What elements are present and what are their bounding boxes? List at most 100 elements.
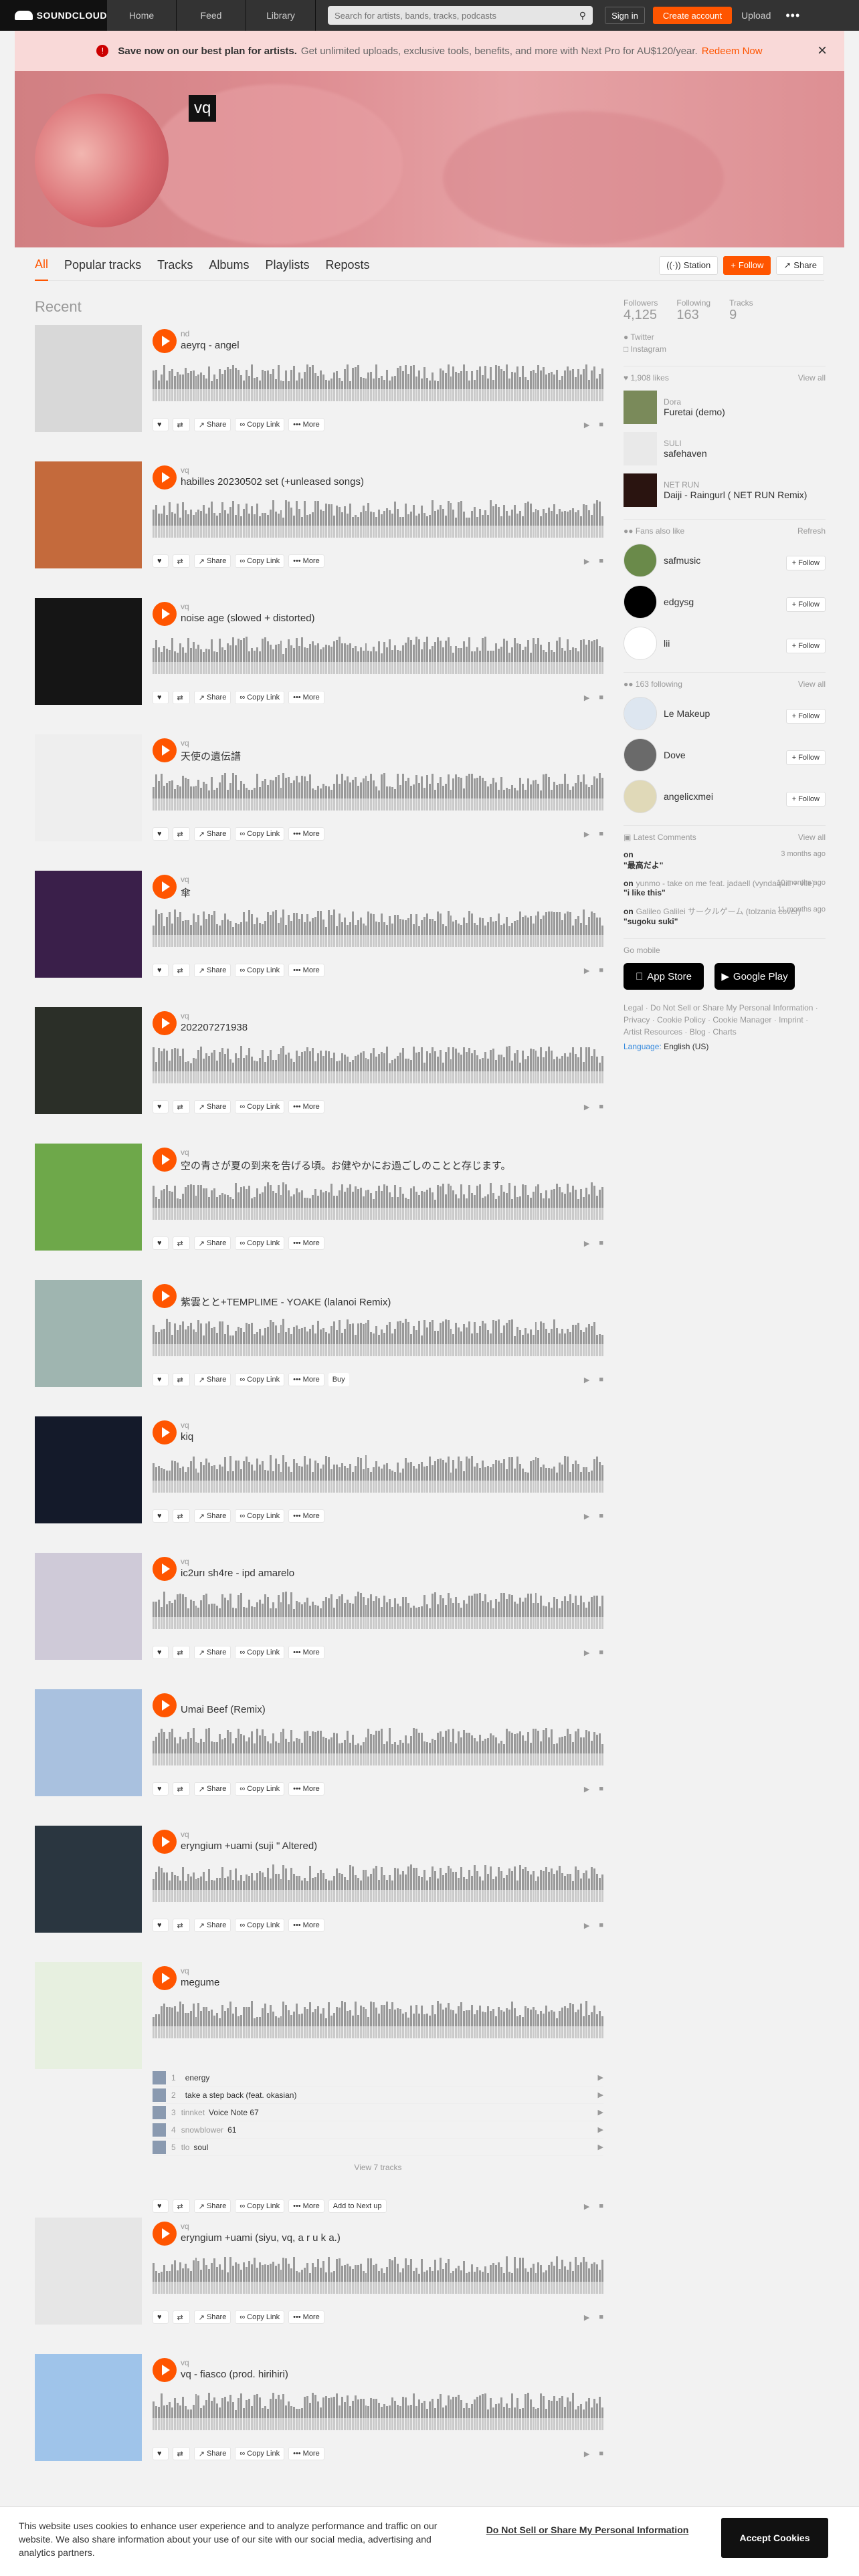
copy-link-button[interactable]: ∞ Copy Link: [235, 1237, 285, 1250]
more-button[interactable]: ••• More: [288, 1919, 324, 1932]
track-title[interactable]: vq - fiasco (prod. hirihiri): [181, 2369, 288, 2380]
repost-button[interactable]: ⇄: [172, 1782, 190, 1796]
follow-user-button[interactable]: + Follow: [785, 792, 826, 807]
tab-all[interactable]: All: [35, 250, 49, 281]
playlist-title[interactable]: megume: [181, 1977, 219, 1988]
tab-playlists[interactable]: Playlists: [265, 250, 309, 281]
share-button[interactable]: ↗ Share: [193, 1646, 231, 1659]
follow-user-button[interactable]: + Follow: [785, 750, 826, 765]
repost-button[interactable]: ⇄: [172, 2311, 190, 2324]
track-artwork[interactable]: [35, 598, 142, 705]
copy-link-button[interactable]: ∞ Copy Link: [235, 2447, 285, 2460]
user-row[interactable]: angelicxmei + Follow: [624, 780, 826, 813]
do-not-sell-link[interactable]: Do Not Sell or Share My Personal Informa…: [480, 2523, 694, 2537]
waveform[interactable]: [153, 2001, 603, 2038]
liked-track-title[interactable]: safehaven: [664, 448, 707, 459]
share-button[interactable]: ↗ Share: [193, 964, 231, 977]
user-avatar[interactable]: [624, 627, 657, 660]
track-title[interactable]: noise age (slowed + distorted): [181, 613, 315, 624]
liked-track[interactable]: Dora Furetai (demo): [624, 391, 826, 424]
user-name[interactable]: Le Makeup: [664, 708, 710, 719]
copy-link-button[interactable]: ∞ Copy Link: [235, 1100, 285, 1113]
repost-button[interactable]: ⇄: [172, 827, 190, 841]
track-artwork[interactable]: [35, 2354, 142, 2461]
repost-button[interactable]: ⇄: [172, 1373, 190, 1386]
copy-link-button[interactable]: ∞ Copy Link: [235, 2311, 285, 2324]
share-button[interactable]: ↗ Share: [193, 1373, 231, 1386]
track-title[interactable]: kiq: [181, 1431, 193, 1442]
user-avatar[interactable]: [624, 544, 657, 577]
track-artist[interactable]: vq: [181, 2222, 189, 2231]
app-store-badge[interactable]: App Store: [624, 963, 704, 990]
user-name[interactable]: angelicxmei: [664, 791, 713, 802]
liked-track-title[interactable]: Daiji - Raingurl ( NET RUN Remix): [664, 490, 807, 500]
waveform[interactable]: [153, 2393, 603, 2430]
waveform[interactable]: [153, 637, 603, 674]
track-title[interactable]: 傘: [181, 885, 191, 899]
follow-user-button[interactable]: + Follow: [785, 597, 826, 612]
user-name[interactable]: Dove: [664, 750, 686, 760]
share-button[interactable]: ↗ Share: [193, 1509, 231, 1523]
create-account-button[interactable]: Create account: [653, 7, 732, 24]
like-button[interactable]: ♥: [153, 1509, 169, 1523]
copy-link-button[interactable]: ∞ Copy Link: [235, 964, 285, 977]
like-button[interactable]: ♥: [153, 418, 169, 431]
instagram-link[interactable]: □ Instagram: [624, 344, 826, 354]
track-artwork[interactable]: [35, 325, 142, 432]
track-artist[interactable]: vq: [181, 465, 189, 475]
liked-track[interactable]: NET RUN Daiji - Raingurl ( NET RUN Remix): [624, 473, 826, 507]
track-artwork[interactable]: [35, 871, 142, 978]
share-button[interactable]: ↗ Share: [193, 2447, 231, 2460]
more-button[interactable]: ••• More: [288, 1100, 324, 1113]
add-to-next-up-button[interactable]: Add to Next up: [328, 2199, 387, 2213]
waveform[interactable]: [153, 909, 603, 947]
waveform[interactable]: [153, 2256, 603, 2294]
follow-user-button[interactable]: + Follow: [785, 639, 826, 653]
share-button[interactable]: ↗ Share: [193, 827, 231, 841]
track-artwork[interactable]: [35, 2218, 142, 2325]
comments-view-all[interactable]: View all: [798, 833, 826, 842]
search-input[interactable]: [335, 10, 562, 21]
more-button[interactable]: ••• More: [288, 418, 324, 431]
playlist-track-row[interactable]: 3 tinnket Voice Note 67 ▶: [153, 2104, 603, 2121]
track-artist[interactable]: nd: [181, 329, 189, 338]
search-icon[interactable]: ⚲: [579, 10, 586, 21]
more-button[interactable]: ••• More: [288, 2311, 324, 2324]
share-button[interactable]: ↗ Share: [193, 1237, 231, 1250]
repost-button[interactable]: ⇄: [172, 1509, 190, 1523]
upload-link[interactable]: Upload: [741, 10, 771, 21]
user-name[interactable]: lii: [664, 638, 670, 649]
redeem-link[interactable]: Redeem Now: [702, 45, 763, 57]
waveform[interactable]: [153, 1319, 603, 1356]
repost-button[interactable]: ⇄: [172, 1237, 190, 1250]
more-button[interactable]: ••• More: [288, 1237, 324, 1250]
user-name[interactable]: safmusic: [664, 555, 700, 566]
user-row[interactable]: safmusic + Follow: [624, 544, 826, 577]
track-title[interactable]: 空の青さが夏の到来を告げる頃。お健やかにお過ごしのことと存じます。: [181, 1158, 511, 1172]
repost-button[interactable]: ⇄: [172, 554, 190, 568]
playlist-track-row[interactable]: 4 snowblower 61 ▶: [153, 2121, 603, 2139]
repost-button[interactable]: ⇄: [172, 1646, 190, 1659]
repost-button[interactable]: ⇄: [172, 1919, 190, 1932]
liked-track-artist[interactable]: SULI: [664, 439, 707, 448]
copy-link-button[interactable]: ∞ Copy Link: [235, 1919, 285, 1932]
follow-button[interactable]: + Follow: [723, 255, 771, 275]
user-row[interactable]: Dove + Follow: [624, 738, 826, 772]
track-artist[interactable]: vq: [181, 2358, 189, 2367]
copy-link-button[interactable]: ∞ Copy Link: [235, 1509, 285, 1523]
copy-link-button[interactable]: ∞ Copy Link: [235, 2199, 285, 2213]
play-button[interactable]: [153, 1830, 177, 1854]
like-button[interactable]: ♥: [153, 2447, 169, 2460]
track-title[interactable]: habilles 20230502 set (+unleased songs): [181, 476, 364, 488]
liked-track-artwork[interactable]: [624, 432, 657, 465]
track-title[interactable]: 紫雲とと+TEMPLIME - YOAKE (lalanoi Remix): [181, 1295, 391, 1309]
follow-user-button[interactable]: + Follow: [785, 709, 826, 724]
user-row[interactable]: edgysg + Follow: [624, 585, 826, 619]
view-all-tracks-link[interactable]: View 7 tracks: [153, 2156, 603, 2172]
track-artwork[interactable]: [35, 1144, 142, 1251]
repost-button[interactable]: ⇄: [172, 691, 190, 704]
comment-item[interactable]: on yunmo - take on me feat. jadaell (vynd…: [624, 879, 826, 897]
station-button[interactable]: ((·)) Station: [659, 255, 719, 275]
track-title[interactable]: 202207271938: [181, 1022, 248, 1033]
waveform[interactable]: [153, 773, 603, 811]
